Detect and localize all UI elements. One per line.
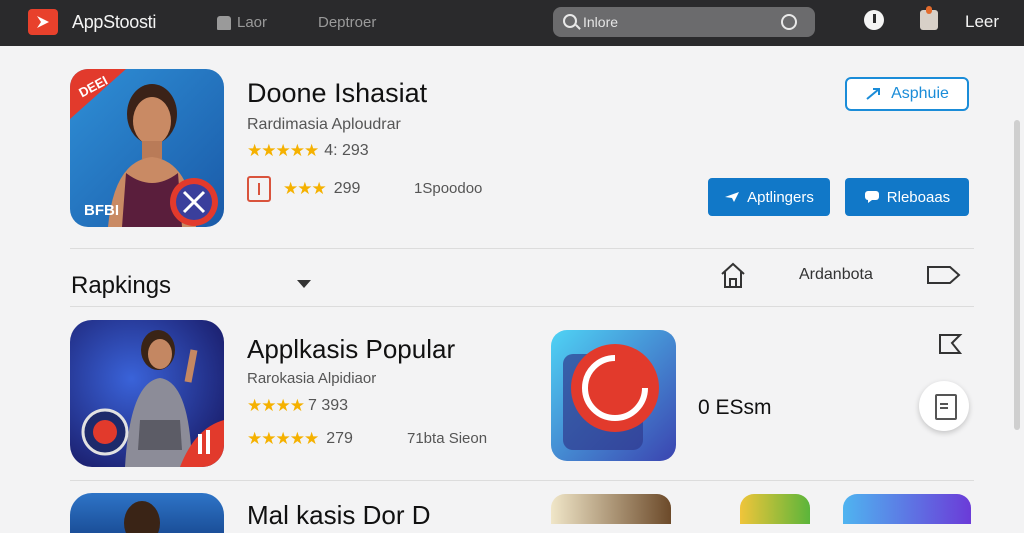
voice-search-icon[interactable] xyxy=(781,14,797,30)
nav-item-1-label: Laor xyxy=(237,14,268,31)
search-bar[interactable] xyxy=(553,7,815,37)
home-icon[interactable] xyxy=(720,261,746,289)
featured-image-caption: BFBI xyxy=(84,202,119,219)
release-button[interactable]: Rleboaas xyxy=(845,178,969,216)
popular-rating-count: 279 xyxy=(326,430,353,447)
nav-item-2[interactable]: Deptroer xyxy=(318,14,376,31)
featured-rating-count: 299 xyxy=(333,180,361,197)
next-thumbnail-1[interactable] xyxy=(551,494,671,524)
apply-outline-button[interactable]: Asphuie xyxy=(845,77,969,111)
forward-arrow-icon[interactable] xyxy=(926,264,962,286)
star-rating-icon: ★★★★★ xyxy=(247,141,319,160)
apply-button-label: Aptlingers xyxy=(747,188,814,206)
section-divider xyxy=(70,480,974,481)
top-bar: AppStoosti Laor Deptroer Leer xyxy=(0,0,1024,46)
bookmark-icon[interactable] xyxy=(938,333,964,357)
star-rating-icon: ★★★ xyxy=(283,179,327,198)
popular-rating: ★★★★ 7 393 xyxy=(247,396,348,416)
popular-app-title[interactable]: Applkasis Popular xyxy=(247,334,455,365)
featured-app-image[interactable]: DEEI BFBI xyxy=(70,69,224,227)
scrollbar[interactable] xyxy=(1014,120,1020,430)
featured-app-subtitle: Rardimasia Aploudrar xyxy=(247,116,401,133)
age-rating-icon xyxy=(247,176,271,202)
document-fab-button[interactable] xyxy=(919,381,969,431)
apply-button[interactable]: Aptlingers xyxy=(708,178,830,216)
notification-icon[interactable] xyxy=(864,10,884,30)
popular-rating-value: 7 393 xyxy=(307,397,349,414)
star-rating-icon: ★★★★★ xyxy=(247,429,319,448)
star-rating-icon: ★★★★ xyxy=(247,396,305,415)
section-divider xyxy=(70,306,974,307)
featured-meta: ★★★ 299 1Spoodoo xyxy=(247,176,482,202)
bag-nav-icon xyxy=(217,15,231,30)
rankings-alt-link[interactable]: Ardanbota xyxy=(799,266,873,284)
nav-item-1[interactable]: Laor xyxy=(217,14,267,31)
next-thumbnail-2[interactable] xyxy=(740,494,810,524)
popular-meta: ★★★★★ 279 71bta Sieon xyxy=(247,429,487,449)
featured-app-title[interactable]: Doone Ishasiat xyxy=(247,78,427,109)
app-logo-icon[interactable] xyxy=(28,9,58,35)
second-app-label: 0 ESsm xyxy=(698,396,772,419)
popular-app-subtitle: Rarokasia Alpidiaor xyxy=(247,370,377,387)
popular-size: 71bta Sieon xyxy=(407,430,488,447)
featured-rating: ★★★★★ 4: 293 xyxy=(247,141,369,161)
second-app-icon[interactable] xyxy=(551,330,676,461)
next-thumbnail-3[interactable] xyxy=(843,494,971,524)
shopping-bag-icon[interactable] xyxy=(920,6,938,30)
chevron-down-icon[interactable] xyxy=(297,280,311,288)
share-arrow-icon xyxy=(866,88,881,100)
send-icon xyxy=(725,192,740,202)
featured-size: 1Spoodoo xyxy=(414,180,483,197)
section-divider xyxy=(70,248,974,249)
search-input[interactable] xyxy=(583,12,773,32)
featured-rating-value: 4: 293 xyxy=(324,142,369,159)
search-icon xyxy=(563,14,577,28)
next-app-title[interactable]: Mal kasis Dor D xyxy=(247,500,430,531)
rankings-title[interactable]: Rapkings xyxy=(71,272,171,300)
chat-icon xyxy=(864,191,879,203)
next-app-image[interactable] xyxy=(70,493,224,533)
apply-outline-label: Asphuie xyxy=(891,85,949,102)
app-name[interactable]: AppStoosti xyxy=(72,12,156,33)
release-button-label: Rleboaas xyxy=(886,188,951,206)
popular-app-image[interactable] xyxy=(70,320,224,467)
user-menu[interactable]: Leer xyxy=(965,12,999,32)
